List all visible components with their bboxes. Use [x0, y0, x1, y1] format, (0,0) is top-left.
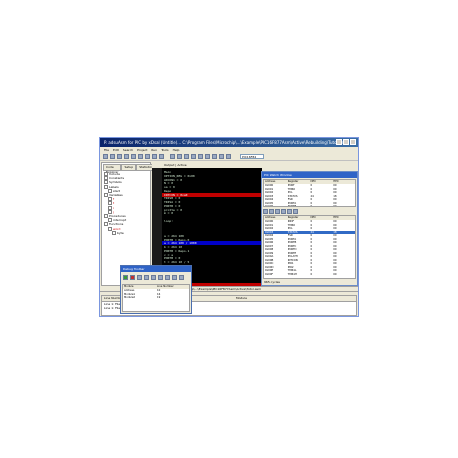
debug-toolbar-icon[interactable] — [172, 275, 177, 280]
close-button[interactable] — [350, 139, 356, 145]
tree-node-icon — [112, 230, 116, 235]
toolbar-icon[interactable] — [145, 154, 150, 159]
code-line: m = 0 — [164, 211, 174, 216]
toolbar-icon[interactable] — [138, 154, 143, 159]
toolbar: PIC16F84 — [100, 153, 358, 161]
toolbar-icon[interactable] — [170, 154, 175, 159]
debug-toolbar-icon[interactable] — [123, 275, 128, 280]
toolbar-icon[interactable] — [131, 154, 136, 159]
table-row[interactable]: 0x00F TMR1H 0 00 — [264, 273, 355, 277]
toolbar-icon[interactable] — [117, 154, 122, 159]
toolbar-icon[interactable] — [103, 154, 108, 159]
table-row[interactable]: 0x006 PORTB 0 00 — [264, 205, 355, 207]
toolbar-icon[interactable] — [198, 154, 203, 159]
tab-setup[interactable]: Setup — [121, 164, 137, 171]
toolbar-icon[interactable] — [110, 154, 115, 159]
table-cell: 00 — [333, 272, 337, 276]
debug-toolbar-icon[interactable] — [151, 275, 156, 280]
toolbar-icon[interactable] — [184, 154, 189, 159]
watch-toolbar — [263, 209, 356, 214]
table-cell: TMR1H — [287, 272, 297, 276]
toolbar-icon[interactable] — [177, 154, 182, 159]
device-select[interactable]: PIC16F84 — [240, 154, 264, 159]
table-cell: 19 — [157, 296, 161, 299]
tab-code-explorer[interactable]: Code Explorer — [103, 164, 122, 174]
watch-table-registers: Address Register DEC HEX 0x000 INDF 0 00 0x001 TM… — [263, 215, 356, 279]
watch-toolbar-icon[interactable] — [275, 209, 280, 214]
table-row[interactable]: Module2 19 — [123, 296, 189, 300]
watch-toolbar-icon[interactable] — [269, 209, 274, 214]
toolbar-icon[interactable] — [152, 154, 157, 159]
popup-toolbar — [123, 274, 189, 282]
tree-item[interactable]: byte — [112, 230, 124, 235]
window-title: P. adsuAsm for PIC by xDsal (Untitle)...… — [100, 138, 358, 147]
watch-toolbar-icon[interactable] — [293, 209, 298, 214]
watch-toolbar-icon[interactable] — [287, 209, 292, 214]
toolbar-icon[interactable] — [226, 154, 231, 159]
output-col-module: Module — [236, 296, 247, 300]
toolbar-icon[interactable] — [191, 154, 196, 159]
debug-toolbar-icon[interactable] — [137, 275, 142, 280]
debug-toolbar-popup: Debug Toolbar Module Line Number Address 10… — [120, 265, 192, 314]
cycle-counter: 965 cycles — [264, 280, 280, 284]
popup-table: Module Line Number Address 10 Module1 16 Modul… — [122, 284, 190, 312]
window-controls — [336, 139, 356, 145]
editor-tab[interactable]: Output | Active — [152, 162, 262, 168]
debug-toolbar-icon[interactable] — [130, 275, 135, 280]
tree-item-label: byte — [117, 230, 124, 235]
table-cell: 0x006 — [265, 205, 274, 207]
table-cell: PORTB — [287, 205, 297, 207]
table-cell: 0x00F — [265, 272, 273, 276]
toolbar-icon[interactable] — [159, 154, 164, 159]
debug-toolbar-icon[interactable] — [165, 275, 170, 280]
watch-toolbar-icon[interactable] — [281, 209, 286, 214]
table-cell: 00 — [333, 205, 337, 207]
popup-title: Debug Toolbar — [121, 266, 191, 272]
code-line: loop: — [164, 218, 174, 223]
toolbar-icon[interactable] — [212, 154, 217, 159]
table-cell: Module2 — [124, 296, 136, 299]
table-cell: 0 — [310, 272, 313, 276]
toolbar-icon[interactable] — [124, 154, 129, 159]
toolbar-icon[interactable] — [219, 154, 224, 159]
table-cell: 0 — [310, 205, 313, 207]
watch-window-title: PIC Watch Window — [262, 172, 357, 178]
watch-table-top: Address Register DEC HEX 0x000 PORT 0 00 0x001 TM… — [263, 179, 356, 207]
minimize-button[interactable] — [336, 139, 342, 145]
watch-window: PIC Watch Window Address Register DEC HEX 0x… — [261, 171, 358, 286]
watch-toolbar-icon[interactable] — [263, 209, 268, 214]
explorer-tabs: Code Explorer Setup Statistics — [103, 164, 156, 174]
debug-toolbar-icon[interactable] — [179, 275, 184, 280]
toolbar-icon[interactable] — [205, 154, 210, 159]
maximize-button[interactable] — [343, 139, 349, 145]
debug-toolbar-icon[interactable] — [158, 275, 163, 280]
debug-toolbar-icon[interactable] — [144, 275, 149, 280]
